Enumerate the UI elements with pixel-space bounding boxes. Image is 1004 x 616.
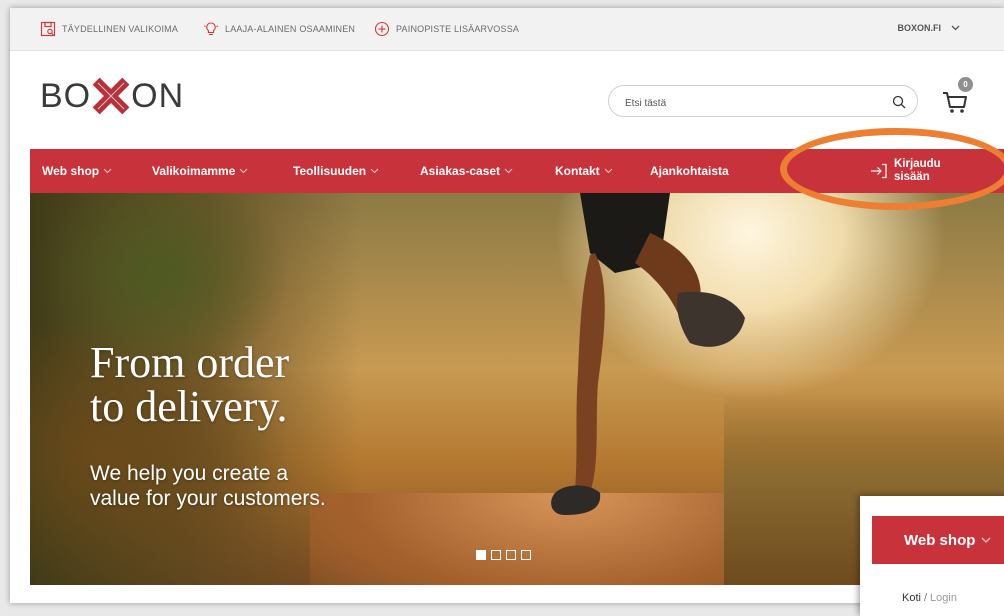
nav-item-asiakas-caset[interactable]: Asiakas-caset — [420, 149, 513, 193]
package-icon — [40, 21, 56, 37]
carousel-indicators — [476, 550, 531, 560]
login-label-line2: sisään — [894, 171, 930, 183]
breadcrumb-current: Login — [930, 592, 957, 604]
region-selector[interactable]: BOXON.FI — [897, 23, 960, 33]
chevron-down-icon — [370, 168, 379, 174]
browser-viewport: TÄYDELLINEN VALIKOIMA LAAJA-ALAINEN OSAA… — [10, 8, 1004, 603]
nav-item-label: Teollisuuden — [293, 164, 367, 178]
carousel-dot-2[interactable] — [491, 550, 501, 560]
hero-banner[interactable]: From order to delivery. We help you crea… — [30, 193, 1004, 585]
runner-illustration — [551, 193, 745, 515]
plus-circle-icon — [374, 21, 390, 37]
chevron-down-icon — [951, 25, 960, 31]
carousel-dot-1[interactable] — [476, 550, 486, 560]
lightbulb-icon — [203, 22, 219, 36]
carousel-dot-3[interactable] — [506, 550, 516, 560]
chevron-down-icon — [103, 168, 112, 174]
utility-item-expertise[interactable]: LAAJA-ALAINEN OSAAMINEN — [203, 21, 355, 37]
login-button[interactable]: Kirjaudu sisään — [870, 149, 954, 193]
logo-text-right: ON — [131, 76, 185, 115]
nav-item-label: Ajankohtaista — [650, 164, 729, 178]
chevron-down-icon — [604, 168, 613, 174]
login-label-line1: Kirjaudu — [894, 158, 941, 170]
nav-item-web-shop[interactable]: Web shop — [42, 149, 112, 193]
nav-item-kontakt[interactable]: Kontakt — [555, 149, 613, 193]
search-input[interactable] — [623, 92, 877, 114]
nav-item-valikoimamme[interactable]: Valikoimamme — [152, 149, 248, 193]
zoomed-preview-card: Web shop Koti / Login — [860, 496, 1004, 616]
chevron-down-icon — [240, 168, 248, 174]
chevron-down-icon — [504, 168, 513, 174]
utility-item-selection[interactable]: TÄYDELLINEN VALIKOIMA — [40, 21, 178, 37]
utility-item-label: LAAJA-ALAINEN OSAAMINEN — [225, 24, 356, 34]
logo-x-icon — [92, 77, 130, 115]
nav-item-label: Asiakas-caset — [420, 164, 501, 178]
breadcrumb-separator: / — [923, 592, 928, 604]
cart-count-badge: 0 — [958, 77, 973, 92]
nav-item-label: Valikoimamme — [152, 164, 236, 178]
utility-item-label: TÄYDELLINEN VALIKOIMA — [62, 24, 179, 34]
nav-item-ajankohtaista[interactable]: Ajankohtaista — [650, 149, 729, 193]
nav-item-label: Web shop — [42, 164, 100, 178]
nav-item-teollisuuden[interactable]: Teollisuuden — [293, 149, 379, 193]
preview-nav-web-shop[interactable]: Web shop — [872, 516, 1004, 564]
search-button[interactable] — [889, 92, 909, 112]
carousel-dot-4[interactable] — [521, 550, 531, 560]
breadcrumb: Koti / Login — [902, 592, 957, 604]
login-arrow-icon — [871, 163, 887, 179]
main-nav: Web shop Valikoimamme Teollisuuden Asiak… — [30, 149, 1004, 193]
region-label: BOXON.FI — [897, 23, 941, 33]
hero-title: From order to delivery. — [90, 338, 290, 431]
utility-bar: TÄYDELLINEN VALIKOIMA LAAJA-ALAINEN OSAA… — [10, 8, 1004, 51]
login-label: Kirjaudu sisään — [894, 158, 954, 184]
hero-subtitle: We help you create a value for your cust… — [90, 462, 326, 510]
search-box — [608, 85, 918, 117]
logo-text-left: BO — [40, 76, 92, 115]
boxon-logo[interactable]: BO ON — [40, 72, 184, 120]
preview-nav-label: Web shop — [904, 531, 976, 549]
chevron-down-icon — [981, 537, 991, 543]
breadcrumb-home[interactable]: Koti — [902, 592, 921, 604]
utility-item-label: PAINOPISTE LISÄARVOSSA — [396, 24, 520, 34]
utility-item-focus[interactable]: PAINOPISTE LISÄARVOSSA — [374, 21, 519, 37]
nav-item-label: Kontakt — [555, 164, 600, 178]
search-icon — [892, 95, 906, 109]
